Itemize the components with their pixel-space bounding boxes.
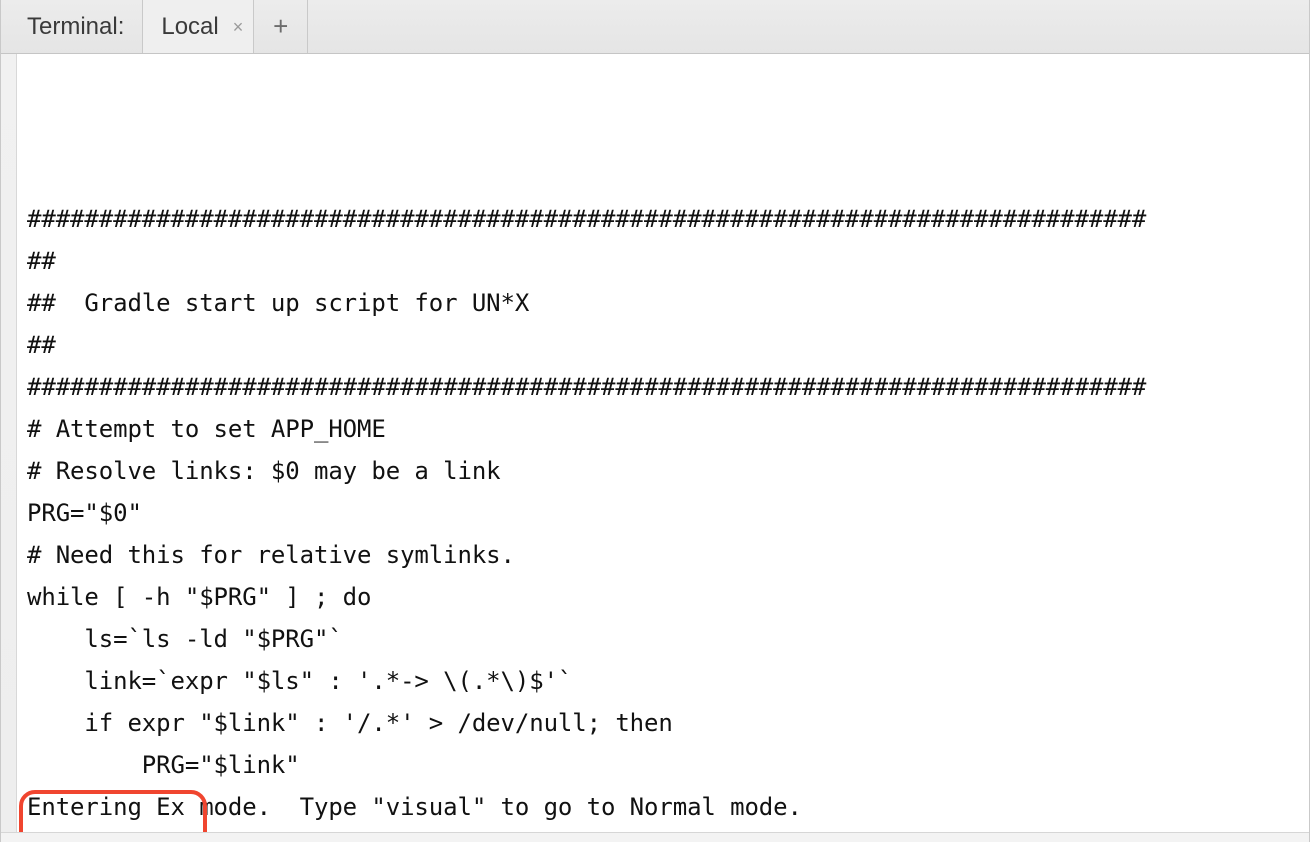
plus-icon: + — [273, 11, 288, 42]
terminal-line: Entering Ex mode. Type "visual" to go to… — [27, 786, 1301, 828]
terminal-line: ########################################… — [27, 366, 1301, 408]
panel-title-text: Terminal: — [27, 13, 124, 41]
terminal-line: ls=`ls -ld "$PRG"` — [27, 618, 1301, 660]
terminal-line: PRG="$0" — [27, 492, 1301, 534]
bottom-status-strip — [1, 832, 1309, 842]
add-tab-button[interactable]: + — [254, 0, 308, 53]
left-gutter — [1, 54, 17, 832]
terminal-line: while [ -h "$PRG" ] ; do — [27, 576, 1301, 618]
tab-local[interactable]: Local × — [143, 0, 254, 53]
terminal-line: # Resolve links: $0 may be a link — [27, 450, 1301, 492]
terminal-body: ########################################… — [1, 54, 1309, 832]
terminal-line: ## — [27, 240, 1301, 282]
panel-title: Terminal: — [1, 0, 143, 53]
terminal-line: if expr "$link" : '/.*' > /dev/null; the… — [27, 702, 1301, 744]
terminal-panel: Terminal: Local × + ####################… — [0, 0, 1310, 842]
close-icon[interactable]: × — [231, 16, 246, 38]
terminal-line: ## — [27, 324, 1301, 366]
vim-ex-prompt[interactable]: :wq — [27, 828, 1301, 832]
terminal-line: # Attempt to set APP_HOME — [27, 408, 1301, 450]
terminal-line: # Need this for relative symlinks. — [27, 534, 1301, 576]
tab-label: Local — [161, 13, 218, 41]
terminal-output[interactable]: ########################################… — [17, 54, 1309, 832]
terminal-line: ## Gradle start up script for UN*X — [27, 282, 1301, 324]
terminal-tabbar: Terminal: Local × + — [1, 0, 1309, 54]
terminal-line: link=`expr "$ls" : '.*-> \(.*\)$'` — [27, 660, 1301, 702]
terminal-line: ########################################… — [27, 198, 1301, 240]
terminal-line: PRG="$link" — [27, 744, 1301, 786]
